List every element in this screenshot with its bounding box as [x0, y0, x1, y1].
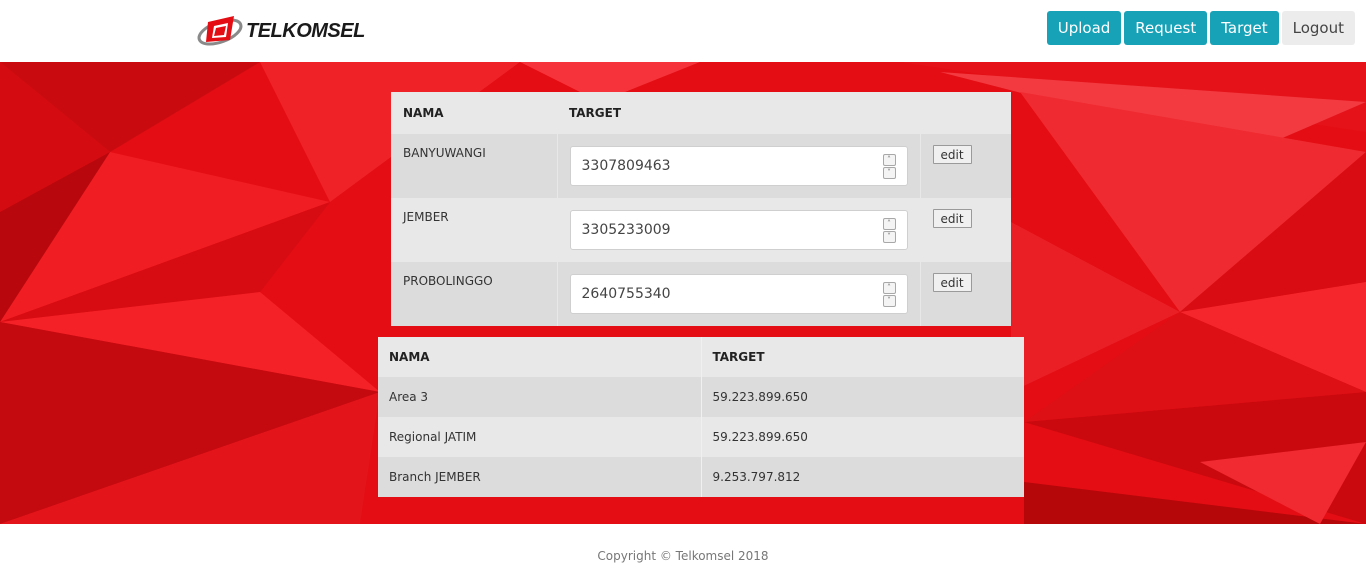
upload-button[interactable]: Upload: [1046, 11, 1122, 45]
row-action-cell: edit: [919, 262, 1011, 326]
row-target-cell: ˄ ˅: [556, 198, 920, 262]
target-number-field: ˄ ˅: [569, 146, 908, 186]
row-name-cell: BANYUWANGI: [391, 134, 557, 198]
edit-button[interactable]: edit: [932, 145, 972, 164]
column-header-target: TARGET: [700, 337, 1024, 377]
telkomsel-logo[interactable]: TELKOMSEL: [194, 10, 365, 52]
target-edit-table: NAMA TARGET BANYUWANGI ˄ ˅ edit JEMBER: [391, 92, 1011, 326]
column-header-action: [920, 92, 1011, 134]
target-number-field: ˄ ˅: [569, 210, 908, 250]
chevron-up-icon[interactable]: ˄: [882, 218, 896, 230]
target-input[interactable]: [570, 275, 907, 313]
row-name-cell: PROBOLINGGO: [391, 262, 557, 326]
chevron-up-icon[interactable]: ˄: [882, 282, 896, 294]
row-name-cell: JEMBER: [391, 198, 557, 262]
table-row: Branch JEMBER 9.253.797.812: [378, 457, 1024, 497]
logo-text: TELKOMSEL: [246, 19, 365, 42]
column-header-nama: NAMA: [378, 337, 701, 377]
edit-button[interactable]: edit: [932, 209, 972, 228]
page-footer: Copyright © Telkomsel 2018: [0, 524, 1366, 585]
table-row: Area 3 59.223.899.650: [378, 377, 1024, 417]
table-row: BANYUWANGI ˄ ˅ edit: [391, 134, 1011, 198]
row-target-cell: 59.223.899.650: [700, 377, 1024, 417]
top-nav: Upload Request Target Logout: [1046, 11, 1355, 45]
chevron-up-icon[interactable]: ˄: [882, 154, 896, 166]
number-spinner: ˄ ˅: [882, 282, 896, 307]
target-summary-table: NAMA TARGET Area 3 59.223.899.650 Region…: [378, 337, 1024, 497]
telkomsel-logo-icon: [197, 16, 243, 46]
request-button[interactable]: Request: [1124, 11, 1208, 45]
table-header-row: NAMA TARGET: [391, 92, 1011, 134]
target-input[interactable]: [570, 147, 907, 185]
row-action-cell: edit: [919, 198, 1011, 262]
chevron-down-icon[interactable]: ˅: [882, 167, 896, 179]
row-target-cell: ˄ ˅: [556, 262, 920, 326]
target-input[interactable]: [570, 211, 907, 249]
row-name-cell: Branch JEMBER: [378, 457, 701, 497]
row-target-cell: ˄ ˅: [556, 134, 920, 198]
edit-button[interactable]: edit: [932, 273, 972, 292]
table-row: Regional JATIM 59.223.899.650: [378, 417, 1024, 457]
table-row: PROBOLINGGO ˄ ˅ edit: [391, 262, 1011, 326]
table-row: JEMBER ˄ ˅ edit: [391, 198, 1011, 262]
row-target-cell: 9.253.797.812: [700, 457, 1024, 497]
row-target-cell: 59.223.899.650: [700, 417, 1024, 457]
chevron-down-icon[interactable]: ˅: [882, 231, 896, 243]
row-action-cell: edit: [919, 134, 1011, 198]
table-header-row: NAMA TARGET: [378, 337, 1024, 377]
top-header: TELKOMSEL Upload Request Target Logout: [0, 0, 1366, 62]
column-header-nama: NAMA: [391, 92, 557, 134]
logout-button[interactable]: Logout: [1281, 11, 1355, 45]
target-number-field: ˄ ˅: [569, 274, 908, 314]
target-button[interactable]: Target: [1210, 11, 1279, 45]
chevron-down-icon[interactable]: ˅: [882, 295, 896, 307]
number-spinner: ˄ ˅: [882, 154, 896, 179]
copyright-text: Copyright © Telkomsel 2018: [597, 549, 769, 563]
row-name-cell: Regional JATIM: [378, 417, 701, 457]
number-spinner: ˄ ˅: [882, 218, 896, 243]
column-header-target: TARGET: [557, 92, 920, 134]
row-name-cell: Area 3: [378, 377, 701, 417]
